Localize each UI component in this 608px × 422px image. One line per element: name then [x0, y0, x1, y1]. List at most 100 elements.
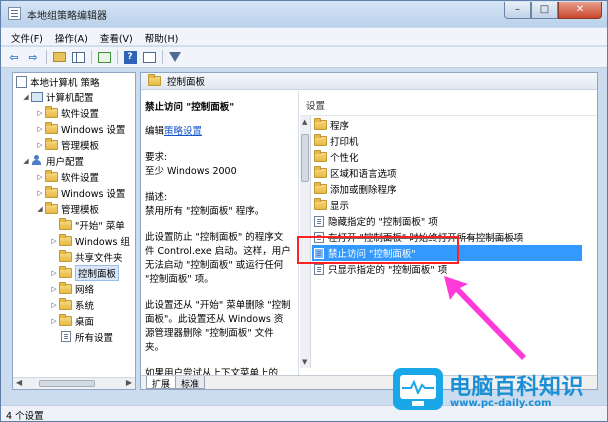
list-item-label: 个性化 — [330, 153, 359, 164]
filter-button[interactable] — [166, 49, 184, 65]
tree-item-network[interactable]: ▷ 网络 — [49, 281, 94, 296]
collapse-icon[interactable]: ◢ — [35, 205, 45, 213]
list-item-prohibit-control-panel[interactable]: 禁止访问 "控制面板" — [312, 245, 582, 261]
tree-item-label: 控制面板 — [75, 264, 120, 281]
tree-item-local-policy[interactable]: 本地计算机 策略 — [16, 74, 100, 89]
properties-button[interactable] — [140, 49, 158, 65]
expand-icon[interactable]: ▷ — [49, 317, 59, 325]
tree-item-system[interactable]: ▷ 系统 — [49, 297, 94, 312]
requirements-value: 至少 Windows 2000 — [145, 166, 237, 177]
policy-icon — [16, 75, 27, 88]
expand-icon[interactable]: ▷ — [35, 173, 45, 181]
tree-item-label: 管理模板 — [61, 140, 100, 152]
menu-action[interactable]: 操作(A) — [49, 28, 94, 45]
folder-icon — [314, 118, 327, 130]
list-vertical-scrollbar[interactable]: ▲ ▼ — [300, 116, 311, 368]
close-button[interactable]: ✕ — [558, 2, 602, 19]
list-item-printers[interactable]: 打印机 — [312, 133, 582, 149]
tree-item-shared-folders[interactable]: 共享文件夹 — [49, 249, 123, 264]
scroll-down-icon[interactable]: ▼ — [302, 358, 307, 366]
tree-item-all-settings[interactable]: 所有设置 — [49, 329, 113, 344]
column-header-setting[interactable]: 设置 — [306, 98, 325, 112]
tree-item-windows-settings[interactable]: ▷ Windows 设置 — [35, 185, 125, 200]
tree-horizontal-scrollbar[interactable]: ◀ ▶ — [13, 377, 135, 389]
folder-icon — [59, 297, 72, 310]
folder-icon — [59, 217, 72, 230]
show-hide-pane-button[interactable] — [69, 49, 87, 65]
export-list-button[interactable] — [95, 49, 113, 65]
policy-setting-icon — [314, 263, 324, 275]
toolbar-separator — [117, 50, 118, 64]
tree-pane[interactable]: 本地计算机 策略 ◢ 计算机配置 ▷ 软件设置 ▷ Windows 设置 ▷ 管… — [12, 72, 136, 390]
app-icon — [8, 7, 21, 20]
tree-item-admin-templates[interactable]: ◢ 管理模板 — [35, 201, 99, 216]
folder-up-button[interactable] — [50, 49, 68, 65]
description-value: 禁用所有 "控制面板" 程序。 — [145, 206, 265, 217]
tree-item-label: 计算机配置 — [46, 92, 94, 104]
list-item-display[interactable]: 显示 — [312, 197, 582, 213]
requirements-label: 要求: — [145, 152, 168, 163]
back-arrow-icon[interactable]: ⇦ — [5, 49, 23, 65]
expand-icon[interactable]: ▷ — [35, 189, 45, 197]
list-item-programs[interactable]: 程序 — [312, 117, 582, 133]
policy-setting-icon — [314, 231, 324, 243]
list-item-hide-specified-items[interactable]: 隐藏指定的 "控制面板" 项 — [312, 213, 582, 229]
tree-item-windows-components[interactable]: ▷ Windows 组 — [49, 233, 130, 248]
list-item-label: 只显示指定的 "控制面板" 项 — [328, 265, 448, 276]
expand-icon[interactable]: ▷ — [49, 301, 59, 309]
filter-icon — [169, 52, 181, 62]
tree-item-windows-settings[interactable]: ▷ Windows 设置 — [35, 121, 125, 136]
folder-icon — [45, 169, 58, 182]
expand-icon[interactable]: ▷ — [49, 285, 59, 293]
policy-title: 禁止访问 "控制面板" — [145, 102, 235, 113]
tree-item-label: "开始" 菜单 — [75, 220, 125, 232]
expand-icon[interactable]: ▷ — [35, 141, 45, 149]
list-item-label: 隐藏指定的 "控制面板" 项 — [328, 217, 438, 228]
tree-item-user-config[interactable]: ◢ 用户配置 — [21, 153, 84, 168]
tree-item-label: 所有设置 — [75, 332, 114, 344]
tree-item-control-panel[interactable]: ▷ 控制面板 — [49, 264, 120, 281]
menu-view[interactable]: 查看(V) — [94, 28, 139, 45]
expand-icon[interactable]: ▷ — [49, 237, 59, 245]
help-button[interactable]: ? — [121, 49, 139, 65]
description-paragraph: 如果用户尝试从上下文菜单上的 "属性" 项选择 "控制面板" 项 — [145, 368, 279, 375]
collapse-icon[interactable]: ◢ — [21, 157, 31, 165]
computer-icon — [31, 91, 43, 102]
description-paragraph: 此设置防止 "控制面板" 的程序文件 Control.exe 启动。这样，用户无… — [145, 232, 291, 285]
scroll-thumb[interactable] — [301, 134, 309, 182]
collapse-icon[interactable]: ◢ — [21, 93, 31, 101]
toolbar-separator — [46, 50, 47, 64]
list-item-regional-options[interactable]: 区域和语言选项 — [312, 165, 582, 181]
tree-item-software-settings[interactable]: ▷ 软件设置 — [35, 169, 99, 184]
folder-icon — [314, 198, 327, 210]
maximize-button[interactable]: □ — [531, 2, 558, 19]
menu-file[interactable]: 文件(F) — [5, 28, 49, 45]
scroll-right-icon[interactable]: ▶ — [126, 378, 132, 387]
tab-standard[interactable]: 标准 — [175, 376, 206, 389]
tree-item-software-settings[interactable]: ▷ 软件设置 — [35, 105, 99, 120]
tree-item-admin-templates[interactable]: ▷ 管理模板 — [35, 137, 99, 152]
list-item-add-remove-programs[interactable]: 添加或删除程序 — [312, 181, 582, 197]
tab-extended[interactable]: 扩展 — [146, 376, 177, 389]
edit-prefix: 编辑 — [145, 126, 165, 137]
scroll-up-icon[interactable]: ▲ — [302, 118, 307, 126]
tree-item-desktop[interactable]: ▷ 桌面 — [49, 313, 94, 328]
forward-arrow-icon[interactable]: ⇨ — [24, 49, 42, 65]
expand-icon[interactable]: ▷ — [35, 125, 45, 133]
edit-policy-link[interactable]: 策略设置 — [164, 126, 202, 137]
folder-up-icon — [52, 52, 66, 62]
tree-item-computer-config[interactable]: ◢ 计算机配置 — [21, 89, 94, 104]
folder-icon — [59, 233, 72, 246]
folder-icon — [148, 74, 161, 86]
list-item-always-open-all-items[interactable]: 在打开 "控制面板" 时始终打开所有控制面板项 — [312, 229, 582, 245]
menu-help[interactable]: 帮助(H) — [139, 28, 185, 45]
minimize-button[interactable]: – — [504, 2, 531, 19]
scroll-left-icon[interactable]: ◀ — [16, 378, 22, 387]
folder-icon — [314, 182, 327, 194]
scroll-thumb[interactable] — [39, 380, 95, 387]
list-item-personalization[interactable]: 个性化 — [312, 149, 582, 165]
expand-icon[interactable]: ▷ — [35, 109, 45, 117]
tree-item-start-menu[interactable]: "开始" 菜单 — [49, 217, 125, 232]
expand-icon[interactable]: ▷ — [49, 269, 59, 277]
title-bar[interactable]: 本地组策略编辑器 – □ ✕ — [1, 1, 607, 27]
